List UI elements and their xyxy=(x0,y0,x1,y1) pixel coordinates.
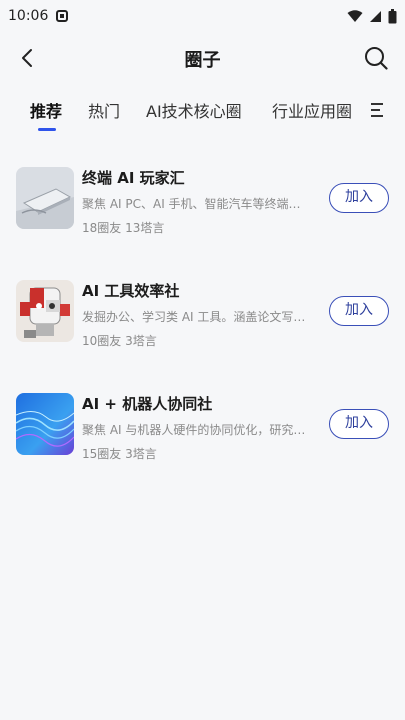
tab-industry-application[interactable]: 行业应用圈 xyxy=(272,98,352,122)
circle-description: 发掘办公、学习类 AI 工具。涵盖论文写… xyxy=(82,310,306,324)
circle-list: 终端 AI 玩家汇 聚焦 AI PC、AI 手机、智能汽车等终端… 18圈友 1… xyxy=(0,155,405,494)
status-bar: 10:06 xyxy=(0,0,405,32)
circle-stats: 10圈友 3塔言 xyxy=(82,334,157,348)
circle-title: AI 工具效率社 xyxy=(82,282,180,300)
active-tab-indicator xyxy=(38,128,56,131)
page-title: 圈子 xyxy=(184,50,221,71)
circle-stats: 18圈友 13塔言 xyxy=(82,221,165,235)
battery-icon xyxy=(388,8,397,23)
list-item[interactable]: AI 工具效率社 发掘办公、学习类 AI 工具。涵盖论文写… 10圈友 3塔言 … xyxy=(0,268,405,381)
join-button[interactable]: 加入 xyxy=(329,296,389,326)
search-icon[interactable] xyxy=(361,43,391,73)
circle-thumbnail xyxy=(16,167,74,229)
signal-icon xyxy=(370,10,381,22)
list-item[interactable]: 终端 AI 玩家汇 聚焦 AI PC、AI 手机、智能汽车等终端… 18圈友 1… xyxy=(0,155,405,268)
status-left: 10:06 xyxy=(8,8,69,24)
circle-title: AI + 机器人协同社 xyxy=(82,395,213,413)
status-right xyxy=(347,8,397,24)
circle-thumbnail xyxy=(16,393,74,455)
circle-description: 聚焦 AI PC、AI 手机、智能汽车等终端… xyxy=(82,197,301,211)
circle-description: 聚焦 AI 与机器人硬件的协同优化，研究… xyxy=(82,423,306,437)
circle-thumbnail xyxy=(16,280,74,342)
app-header: 圈子 xyxy=(0,36,405,80)
circle-title: 终端 AI 玩家汇 xyxy=(82,169,185,187)
circle-stats: 15圈友 3塔言 xyxy=(82,447,157,461)
tab-hot[interactable]: 热门 xyxy=(88,98,120,122)
wifi-icon xyxy=(347,9,363,22)
tab-bar: 推荐 热门 AI技术核心圈 行业应用圈 xyxy=(0,94,405,134)
menu-icon[interactable] xyxy=(369,100,389,120)
join-button[interactable]: 加入 xyxy=(329,409,389,439)
tab-recommended[interactable]: 推荐 xyxy=(30,98,62,122)
join-button[interactable]: 加入 xyxy=(329,183,389,213)
list-item[interactable]: AI + 机器人协同社 聚焦 AI 与机器人硬件的协同优化，研究… 15圈友 3… xyxy=(0,381,405,494)
notification-icon xyxy=(56,10,69,22)
tab-ai-tech-core[interactable]: AI技术核心圈 xyxy=(146,98,242,122)
status-time: 10:06 xyxy=(8,8,49,24)
